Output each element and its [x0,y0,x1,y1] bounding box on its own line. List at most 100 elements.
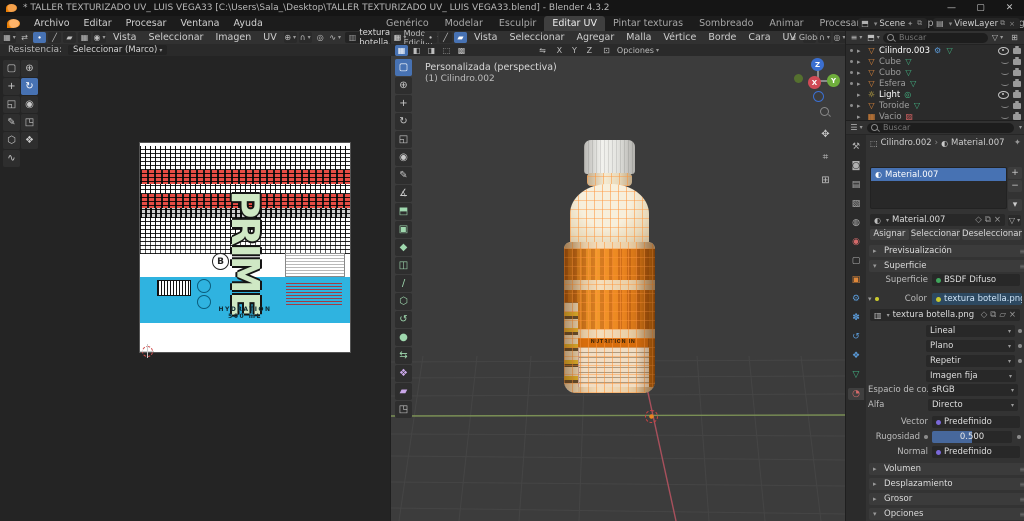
remove-layer-icon[interactable]: × [1009,20,1015,28]
properties-tab-modifiers[interactable]: ⚙ [848,293,864,305]
vp-tool-inset[interactable]: ▣ [395,221,412,238]
camera-view-icon[interactable]: ⌗ [818,150,833,165]
duplicate-icon[interactable]: ⧉ [985,215,991,225]
vp-tool-knife[interactable]: / [395,275,412,292]
fake-user-shield-icon[interactable]: ◇ [975,215,982,225]
breadcrumb-object[interactable]: Cilindro.002 [881,138,932,148]
menu-ayuda[interactable]: Ayuda [227,16,270,31]
camera-visibility-icon[interactable] [1013,67,1021,76]
disclosure-icon[interactable]: ▸ [857,58,864,66]
panel-preview[interactable]: ▸ Previsualización ≡ [869,245,1024,257]
workspace-tab-sombreado[interactable]: Sombreado [691,16,761,31]
eye-closed-icon[interactable] [1001,114,1009,119]
workspace-tab-pintar-texturas[interactable]: Pintar texturas [605,16,691,31]
expand-node-icon[interactable]: ▾ [868,295,875,303]
image-datablock[interactable]: ▥ ▾ textura botella.png ◇ ⧉ ▱ × [870,309,1020,321]
3d-cursor[interactable] [645,410,658,423]
eye-closed-icon[interactable] [1001,70,1009,75]
disclosure-icon[interactable]: ▸ [857,69,864,77]
vp-tool-rip[interactable]: ◳ [395,401,412,418]
new-scene-icon[interactable]: ⧉ [917,19,922,28]
properties-search-input[interactable] [881,122,1010,133]
vp-box-new-icon[interactable]: ▦ [395,44,408,56]
menu-archivo[interactable]: Archivo [27,16,77,31]
vp-tool-move[interactable]: + [395,95,412,112]
uv-menu-imagen[interactable]: Imagen [209,32,257,43]
camera-visibility-icon[interactable] [1013,45,1021,54]
outliner-item-esfera[interactable]: ▸ ▽ Esfera ▽ [846,78,1024,89]
gizmo-minus-z-axis[interactable] [813,91,824,102]
vp-box-invert-icon[interactable]: ⬚ [440,44,453,56]
vp-tool-extrude[interactable]: ⬒ [395,203,412,220]
properties-tab-data[interactable]: ▽ [848,369,864,381]
vp-tool-shear[interactable]: ▰ [395,383,412,400]
mirror-y-button[interactable]: Y [567,44,581,56]
vp-tool-smooth[interactable]: ● [395,329,412,346]
uv-editor-canvas[interactable]: ▢ ⊕ + ↻ ◱ ◉ ✎ ◳ ⬡ ❖ ∿ B PRIME HYDRATION 500 mL [0,56,390,521]
mode-dropdown[interactable]: ▦ Modo Edición▾ [393,29,437,47]
uv-island-mode-icon[interactable]: ▦ [78,32,91,43]
vp-box-intersect-icon[interactable]: ▩ [455,44,468,56]
vp-tool-annotate[interactable]: ✎ [395,167,412,184]
snap-magnet-button[interactable]: ∩ ▾ [817,32,831,43]
properties-tab-output[interactable]: ▤ [848,179,864,191]
outliner-item-light[interactable]: ▸ ☼ Light ◎ [846,89,1024,100]
remove-slot-button[interactable]: − [1008,180,1022,192]
tool-setting-dropdown[interactable]: Seleccionar (Marco) ▾ [68,45,168,55]
vp-tool-cursor[interactable]: ⊕ [395,77,412,94]
uv-vertex-mode-icon[interactable]: ∙ [33,32,46,43]
outliner-search[interactable] [883,32,988,43]
bottle-object[interactable]: NUTRITION IN [564,140,655,393]
projection-dropdown[interactable]: Plano ▾ [926,340,1015,352]
uv-snap-magnet-button[interactable]: ∩ ▾ [298,32,312,43]
uv-menu-vista[interactable]: Vista [107,32,142,43]
material-specials-button[interactable]: ▽ ▾ [1008,214,1021,226]
editor-type-button[interactable]: ≡ ▾ [850,32,863,43]
workspace-tab-modelar[interactable]: Modelar [437,16,491,31]
material-datablock[interactable]: ◐ ▾ Material.007 ◇ ⧉ × [870,214,1005,226]
viewlayer-selector[interactable]: ▤ ▾ ViewLayer ⧉ × [933,18,1020,29]
vector-field[interactable]: Predefinido [932,416,1020,428]
uv-tool-rotate[interactable]: ↻ [21,78,38,95]
eye-closed-icon[interactable] [1001,59,1009,64]
gizmo-minus-y-axis[interactable] [794,74,803,83]
properties-collapse-icon[interactable]: ▾ [1019,124,1022,131]
vp-tool-loop-cut[interactable]: ◫ [395,257,412,274]
properties-tab-object[interactable]: ▣ [848,274,864,286]
outliner-search-input[interactable] [897,32,984,43]
zoom-icon[interactable] [818,104,833,119]
vp-tool-edge-slide[interactable]: ⇆ [395,347,412,364]
workspace-tab-animar[interactable]: Animar [761,16,811,31]
vp-menu-malla[interactable]: Malla [620,32,657,43]
uv-tool-annotate[interactable]: ✎ [3,114,20,131]
select-button[interactable]: Seleccionar [910,229,960,240]
navigation-gizmo[interactable]: Z Y X [794,58,840,102]
uv-menu-seleccionar[interactable]: Seleccionar [142,32,209,43]
uv-menu-uv[interactable]: UV [257,32,282,43]
ortho-toggle-icon[interactable]: ⊞ [818,173,833,188]
properties-tab-collection[interactable]: ▢ [848,255,864,267]
deselect-button[interactable]: Deseleccionar [961,229,1022,240]
source-dropdown[interactable]: Imagen fija ▾ [926,370,1016,382]
pan-hand-icon[interactable]: ✥ [818,127,833,142]
unlink-icon[interactable]: × [994,215,1001,225]
properties-tab-world[interactable]: ◉ [848,236,864,248]
add-slot-button[interactable]: + [1008,167,1022,179]
material-slot-active[interactable]: ◐ Material.007 [871,168,1006,181]
uv-2d-cursor[interactable] [140,344,154,358]
viewport-canvas[interactable]: ▢ ⊕ + ↻ ◱ ◉ ✎ ∡ ⬒ ▣ ◆ ◫ / ⬡ ↺ ● ⇆ ❖ ▰ ◳ Personalizada (pers… [390,56,846,521]
uv-edge-mode-icon[interactable]: ╱ [48,32,61,43]
breadcrumb-material[interactable]: Material.007 [951,138,1004,148]
workspace-tab-editar-uv[interactable]: Editar UV [544,16,605,31]
duplicate-icon[interactable]: ⧉ [990,310,996,320]
vp-tool-shrink-fatten[interactable]: ❖ [395,365,412,382]
extension-dropdown[interactable]: Repetir ▾ [926,355,1015,367]
panel-thickness[interactable]: ▸ Grosor ≡ [869,493,1024,505]
editor-type-button[interactable]: ☰ ▾ [850,122,863,133]
minimize-button[interactable]: — [937,0,966,16]
vp-tool-scale[interactable]: ◱ [395,131,412,148]
vp-tool-bevel[interactable]: ◆ [395,239,412,256]
camera-visibility-icon[interactable] [1013,56,1021,65]
camera-visibility-icon[interactable] [1013,111,1021,120]
snap-individual-icon[interactable]: ⊡ [600,45,613,56]
